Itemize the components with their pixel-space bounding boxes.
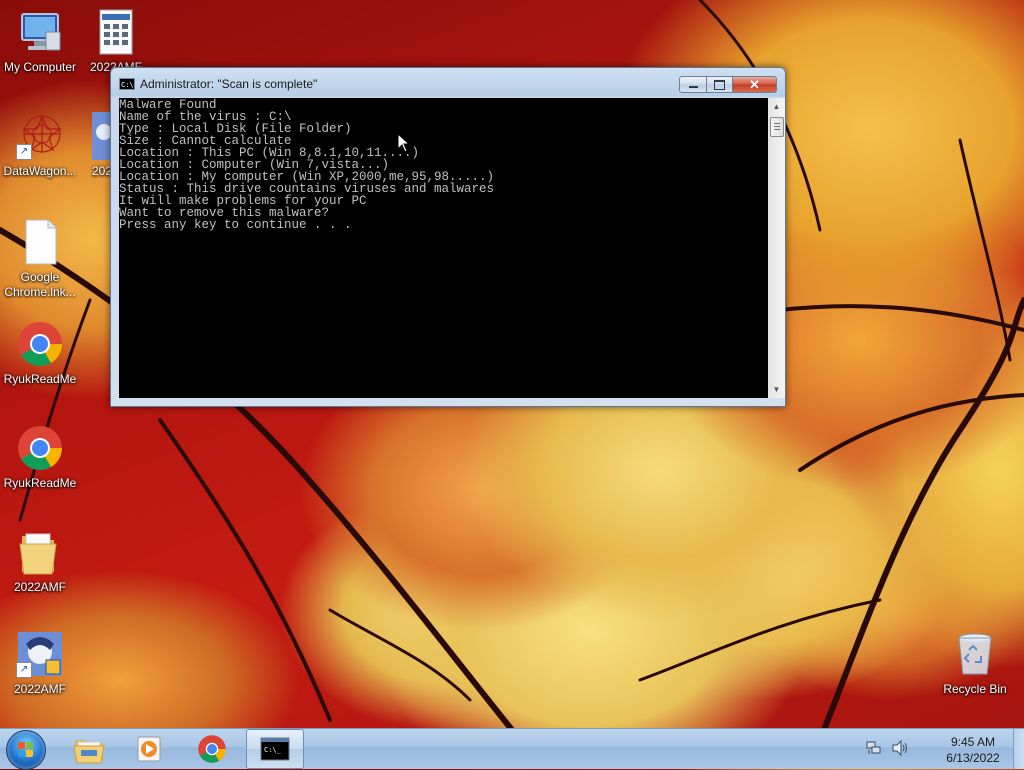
red-star-shortcut-icon: ↗: [16, 112, 64, 160]
desktop-icon-label: Google Chrome.lnk...: [4, 270, 76, 299]
window-title: Administrator: "Scan is complete": [140, 77, 318, 91]
media-player-icon: [137, 736, 161, 762]
chrome-icon: [16, 424, 64, 472]
cmd-app-icon[interactable]: C:\: [119, 78, 135, 90]
anime-avatar-icon: ↗: [16, 630, 64, 678]
folder-icon: [16, 528, 64, 576]
desktop-icon-google-chrome-lnk[interactable]: Google Chrome.lnk...: [0, 218, 80, 300]
console-output-area[interactable]: Malware Found Name of the virus : C:\ Type…: [119, 98, 768, 398]
taskbar-chrome-button[interactable]: [183, 729, 241, 769]
cmd-window[interactable]: C:\ Administrator: "Scan is complete" ✕ …: [110, 67, 786, 407]
desktop-icon-2022amf-folder[interactable]: 2022AMF: [0, 528, 80, 595]
windows-flag-icon: [18, 742, 34, 758]
desktop-icon-2022amf-exe[interactable]: ↗ 2022AMF: [0, 630, 80, 697]
scroll-up-arrow-icon[interactable]: ▲: [768, 98, 785, 115]
close-icon: ✕: [749, 76, 760, 92]
taskbar-cmd-button[interactable]: C:\_: [246, 729, 304, 769]
shortcut-arrow-icon: ↗: [16, 662, 32, 678]
document-grid-icon: [92, 8, 140, 56]
svg-text:C:\_: C:\_: [264, 746, 282, 754]
desktop-icon-label: 2022AMF: [13, 682, 67, 696]
desktop-icon-my-computer[interactable]: My Computer: [0, 8, 80, 75]
volume-icon[interactable]: [891, 739, 909, 759]
blank-file-icon: [16, 218, 64, 266]
explorer-icon: [73, 740, 105, 764]
mouse-cursor-icon: [397, 133, 411, 153]
start-button[interactable]: [6, 730, 46, 770]
cmd-icon: C:\_: [260, 737, 290, 761]
desktop-icon-label: My Computer: [3, 60, 77, 74]
desktop-icon-label: RyukReadMe: [3, 372, 77, 386]
chrome-icon: [198, 735, 226, 763]
minimize-button[interactable]: [679, 76, 707, 93]
taskbar: C:\_ 9:45 AM 6/13/2022: [0, 728, 1024, 770]
close-button[interactable]: ✕: [733, 76, 777, 93]
clock-time: 9:45 AM: [950, 735, 996, 749]
recycle-bin-icon: [951, 630, 999, 678]
desktop-icon-label: Recycle Bin: [943, 682, 1007, 696]
window-controls: ✕: [679, 76, 777, 93]
desktop-icon-ryukreadme-1[interactable]: RyukReadMe: [0, 320, 80, 387]
taskbar-media-player-button[interactable]: [120, 729, 178, 769]
network-icon[interactable]: [866, 740, 882, 759]
desktop-icon-2022amf-document[interactable]: 2022AMF: [76, 8, 156, 75]
taskbar-clock[interactable]: 9:45 AM 6/13/2022: [934, 734, 1012, 766]
desktop-icon-label: 2022AMF: [13, 580, 67, 594]
shortcut-arrow-icon: ↗: [16, 144, 32, 160]
desktop-icon-recycle-bin[interactable]: Recycle Bin: [935, 630, 1015, 697]
show-desktop-button[interactable]: [1013, 729, 1024, 769]
scroll-down-arrow-icon[interactable]: ▼: [768, 381, 785, 398]
desktop-icon-label: 202: [91, 164, 112, 178]
desktop-icon-ryukreadme-2[interactable]: RyukReadMe: [0, 424, 80, 491]
console-line: Press any key to continue . . .: [119, 218, 352, 232]
window-titlebar[interactable]: C:\ Administrator: "Scan is complete" ✕: [111, 68, 785, 98]
anime-avatar-icon: [92, 112, 112, 160]
minimize-icon: [688, 86, 698, 88]
desktop-icon-202-partial[interactable]: 202: [62, 112, 112, 179]
desktop-icon-label: RyukReadMe: [3, 476, 77, 490]
chrome-icon: [16, 320, 64, 368]
console-text: Malware Found Name of the virus : C:\ Type…: [119, 98, 768, 232]
maximize-button[interactable]: [707, 76, 733, 93]
computer-icon: [16, 8, 64, 56]
scroll-thumb[interactable]: [770, 117, 784, 137]
taskbar-explorer-button[interactable]: [60, 729, 118, 769]
clock-date: 6/13/2022: [946, 751, 1000, 765]
vertical-scrollbar[interactable]: ▲ ▼: [768, 98, 785, 398]
maximize-icon: [714, 79, 725, 90]
